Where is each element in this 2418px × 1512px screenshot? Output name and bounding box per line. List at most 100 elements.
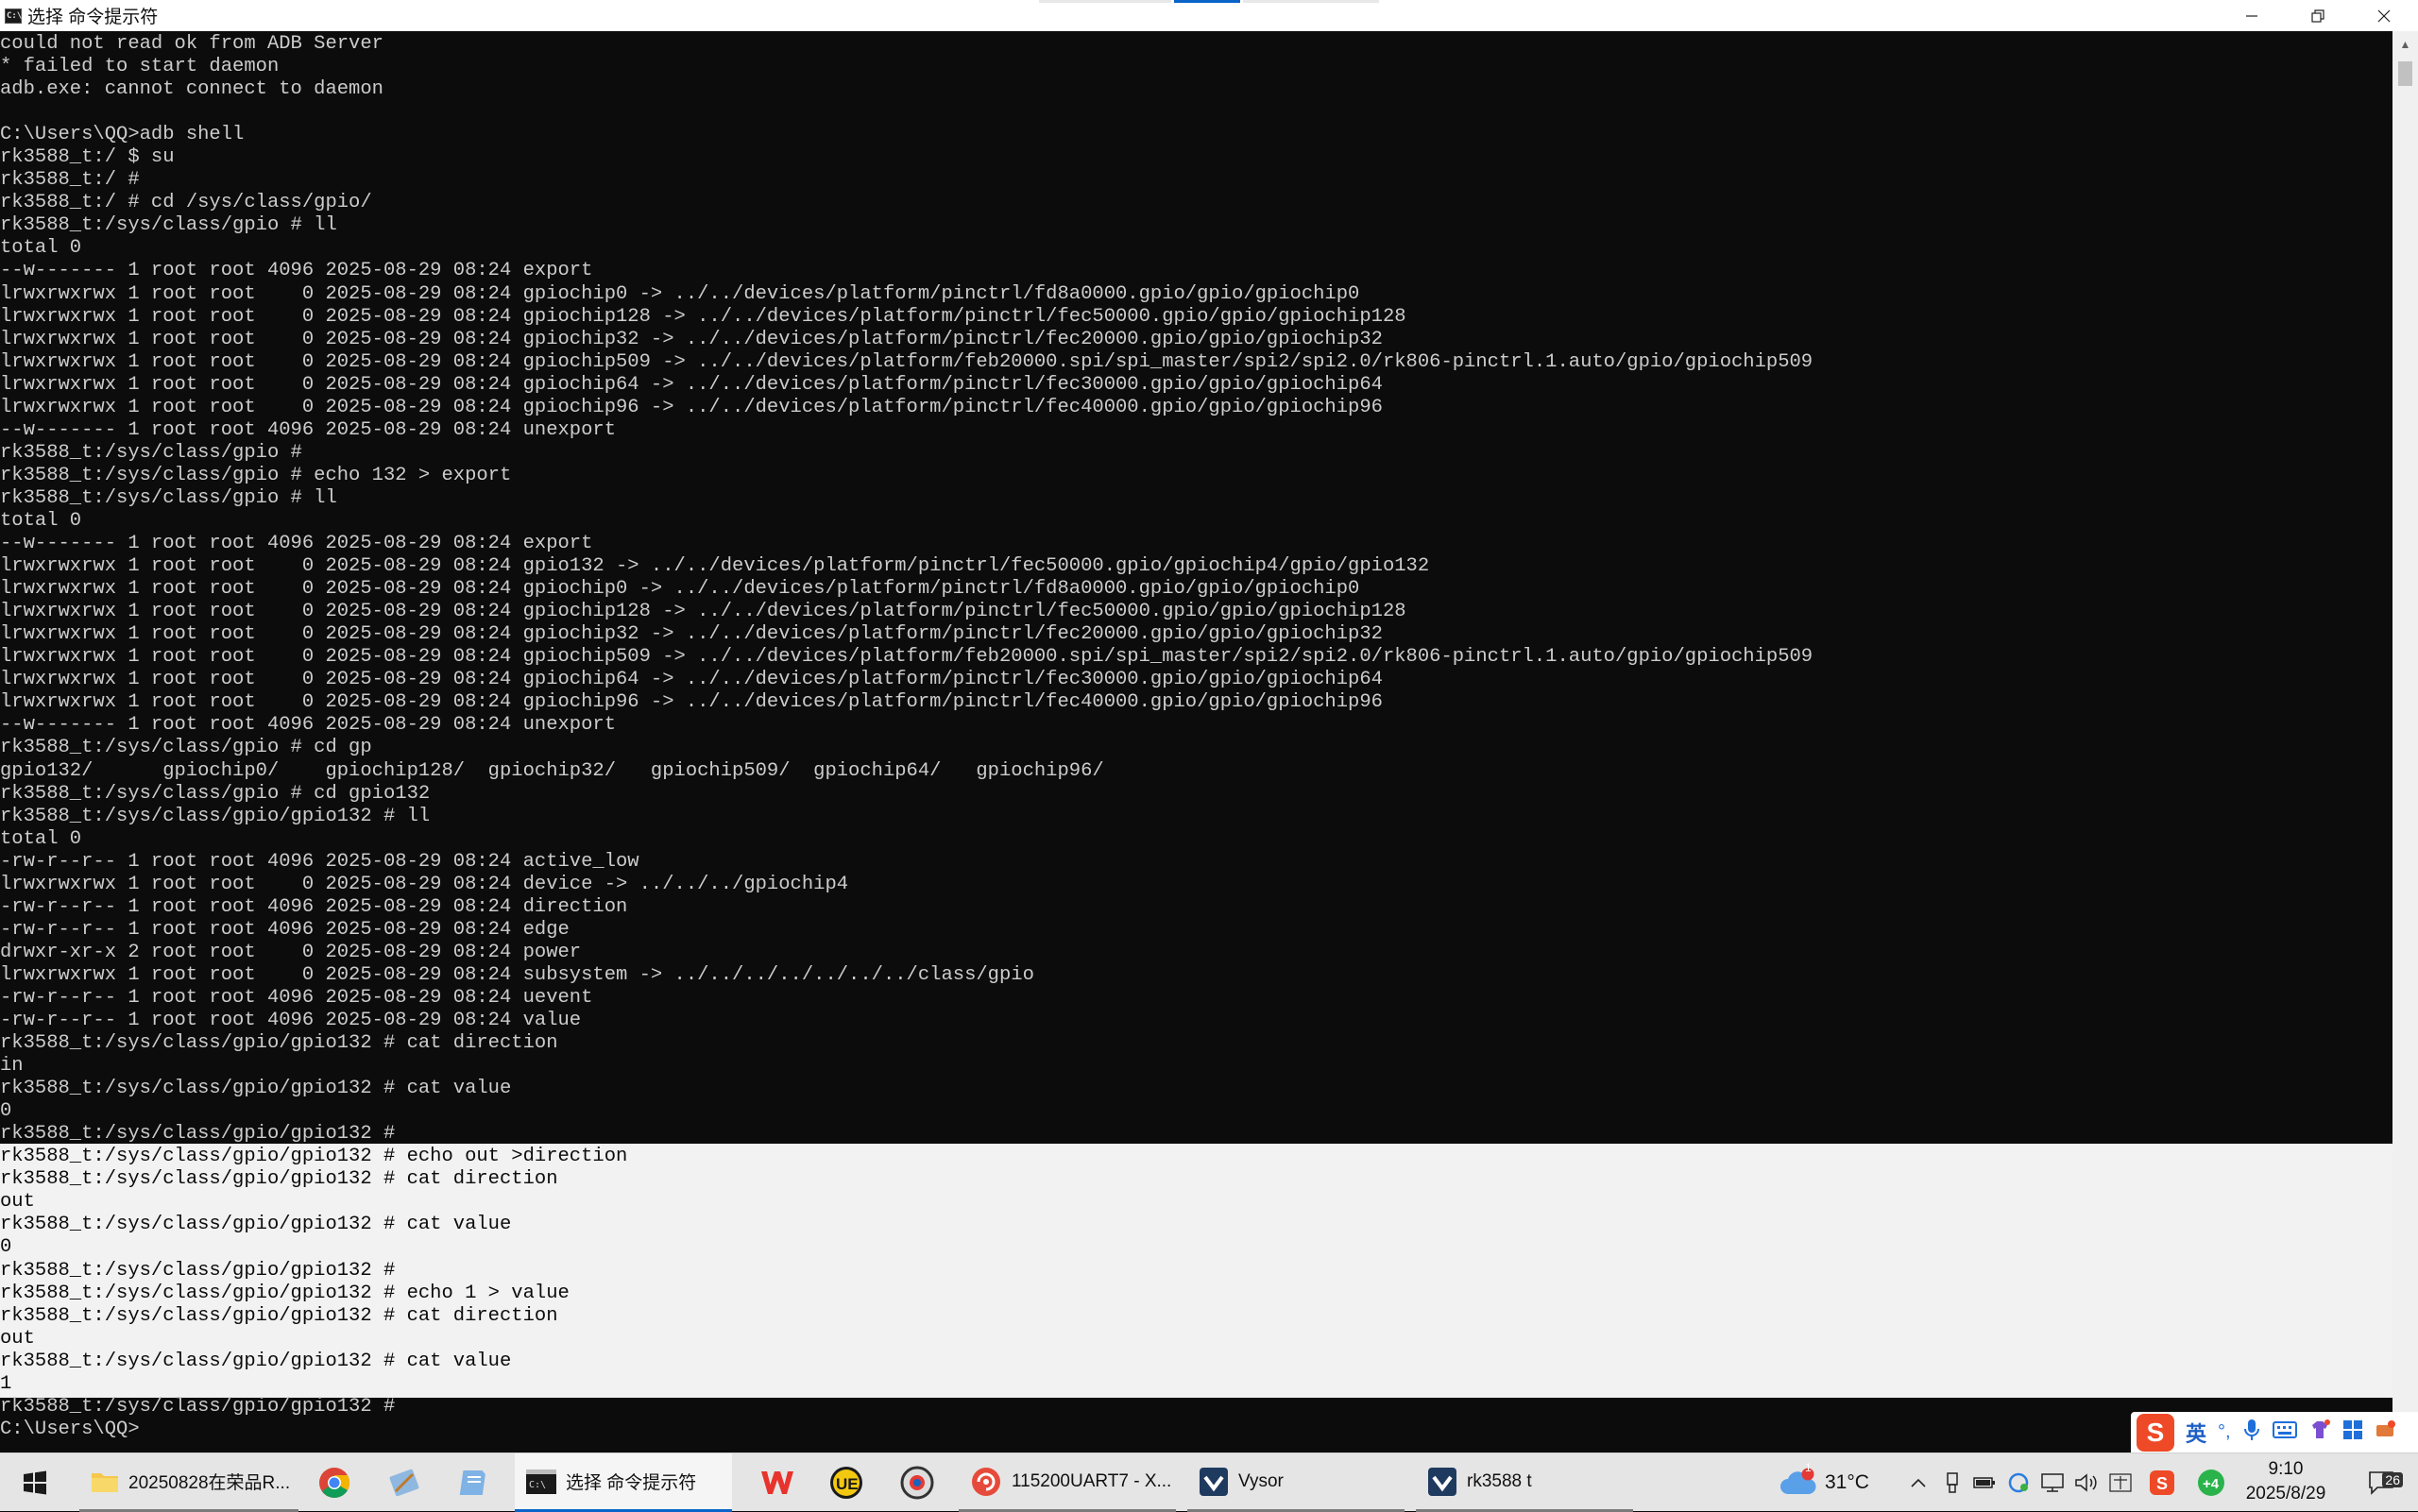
terminal-line: lrwxrwxrwx 1 root root 0 2025-08-29 08:2… xyxy=(0,350,1814,373)
taskbar-notepad[interactable] xyxy=(448,1453,501,1512)
terminal-line: rk3588_t:/sys/class/gpio # echo 132 > ex… xyxy=(0,464,512,486)
cmd-icon: C:\ xyxy=(526,1469,556,1494)
terminal-line: out xyxy=(0,1191,35,1214)
battery-icon xyxy=(1973,1477,1995,1488)
terminal-line: lrwxrwxrwx 1 root root 0 2025-08-29 08:2… xyxy=(0,396,1383,418)
tray-overflow-button[interactable] xyxy=(1904,1453,1933,1512)
sogou-ime-logo[interactable]: S xyxy=(2137,1413,2174,1452)
terminal-line: lrwxrwxrwx 1 root root 0 2025-08-29 08:2… xyxy=(0,691,1383,714)
close-button[interactable] xyxy=(2351,0,2417,31)
folder-icon xyxy=(92,1472,118,1492)
terminal-line: 1 xyxy=(0,1372,12,1395)
tray-ime-mode[interactable] xyxy=(2106,1453,2135,1512)
mic-icon[interactable] xyxy=(2242,1419,2261,1447)
tray-network[interactable] xyxy=(2038,1453,2067,1512)
cmd-app-icon: C:\ xyxy=(5,8,22,24)
tray-battery[interactable] xyxy=(1970,1453,1999,1512)
terminal-line: lrwxrwxrwx 1 root root 0 2025-08-29 08:2… xyxy=(0,669,1383,691)
tool-icon xyxy=(389,1469,419,1497)
tray-usb[interactable] xyxy=(1938,1453,1967,1512)
ime-language-toggle[interactable]: 英 xyxy=(2186,1418,2206,1448)
notepad-icon xyxy=(459,1470,485,1495)
tray-sogou[interactable]: S xyxy=(2146,1453,2178,1512)
taskbar-rk3588-label: rk3588 t xyxy=(1467,1470,1532,1491)
taskbar-cmd[interactable]: C:\ 选择 命令提示符 xyxy=(515,1453,732,1512)
skin-icon[interactable] xyxy=(2308,1419,2331,1446)
title-strip-accent xyxy=(1174,0,1240,3)
taskbar-wps[interactable] xyxy=(751,1453,804,1512)
terminal-line: --w------- 1 root root 4096 2025-08-29 0… xyxy=(0,533,593,555)
clock-time: 9:10 xyxy=(2268,1459,2304,1479)
terminal-line: --w------- 1 root root 4096 2025-08-29 0… xyxy=(0,418,617,441)
taskbar-explorer[interactable]: 20250828在荣品R... xyxy=(79,1453,298,1512)
terminal-line: lrwxrwxrwx 1 root root 0 2025-08-29 08:2… xyxy=(0,963,1034,986)
taskbar-explorer-label: 20250828在荣品R... xyxy=(128,1473,291,1493)
taskbar-vysor[interactable]: Vysor xyxy=(1187,1453,1405,1512)
scroll-up-button[interactable]: ▲ xyxy=(2392,31,2418,57)
taskbar-cmd-label: 选择 命令提示符 xyxy=(566,1473,697,1493)
vertical-scrollbar[interactable]: ▲ xyxy=(2392,31,2418,1453)
terminal-line: lrwxrwxrwx 1 root root 0 2025-08-29 08:2… xyxy=(0,373,1383,396)
terminal-line: lrwxrwxrwx 1 root root 0 2025-08-29 08:2… xyxy=(0,305,1406,328)
terminal-line: -rw-r--r-- 1 root root 4096 2025-08-29 0… xyxy=(0,918,570,941)
terminal-line: rk3588_t:/sys/class/gpio/gpio132 # echo … xyxy=(0,1282,570,1304)
terminal-line: rk3588_t:/ # xyxy=(0,169,140,192)
chrome-icon xyxy=(319,1468,350,1498)
notification-count: 26 xyxy=(2382,1472,2403,1487)
sync-icon xyxy=(2008,1472,2029,1493)
keyboard-icon[interactable] xyxy=(2272,1420,2297,1445)
terminal-line: C:\Users\QQ> xyxy=(0,1418,140,1440)
terminal-line: rk3588_t:/sys/class/gpio # cd gp xyxy=(0,737,372,759)
taskbar-ultraedit[interactable]: UE xyxy=(820,1453,873,1512)
taskbar-serial[interactable]: 115200UART7 - X... xyxy=(959,1453,1176,1512)
system-clock[interactable]: 9:10 2025/8/29 xyxy=(2229,1457,2342,1506)
terminal-line: rk3588_t:/sys/class/gpio # xyxy=(0,441,302,464)
terminal-line: rk3588_t:/sys/class/gpio/gpio132 # echo … xyxy=(0,1146,628,1168)
taskbar-chrome[interactable] xyxy=(308,1453,361,1512)
svg-text:S: S xyxy=(2156,1474,2168,1493)
terminal-line: 0 xyxy=(0,1100,12,1123)
weather-temperature: 31°C xyxy=(1825,1471,1869,1493)
terminal-line: lrwxrwxrwx 1 root root 0 2025-08-29 08:2… xyxy=(0,873,849,895)
clock-date: 2025/8/29 xyxy=(2245,1484,2326,1504)
restore-icon xyxy=(2311,8,2324,23)
terminal-line: C:\Users\QQ>adb shell xyxy=(0,124,245,146)
scroll-thumb[interactable] xyxy=(2398,61,2412,86)
tray-sync[interactable] xyxy=(2004,1453,2033,1512)
toolbox-icon[interactable] xyxy=(2342,1419,2363,1446)
more-icon[interactable] xyxy=(2375,1419,2397,1446)
taskbar-browser[interactable] xyxy=(891,1453,944,1512)
title-bar[interactable]: C:\ 选择 命令提示符 xyxy=(0,0,2418,32)
tray-volume[interactable] xyxy=(2072,1453,2101,1512)
terminal-line: drwxr-xr-x 2 root root 0 2025-08-29 08:2… xyxy=(0,941,582,963)
svg-text:UE: UE xyxy=(836,1475,859,1493)
terminal-line: -rw-r--r-- 1 root root 4096 2025-08-29 0… xyxy=(0,895,628,918)
ime-punct-toggle[interactable]: °, xyxy=(2218,1421,2231,1443)
terminal-line: rk3588_t:/sys/class/gpio/gpio132 # cat d… xyxy=(0,1304,558,1327)
terminal-line: 0 xyxy=(0,1236,12,1259)
title-strip-left xyxy=(1039,0,1171,3)
taskbar-rk3588[interactable]: rk3588 t xyxy=(1416,1453,1633,1512)
ime-toolbar[interactable]: S 英 °, xyxy=(2131,1412,2418,1453)
triangle-up-icon: ▲ xyxy=(2399,37,2411,51)
volume-icon xyxy=(2075,1473,2097,1492)
terminal-line: rk3588_t:/sys/class/gpio # ll xyxy=(0,486,337,509)
tray-weather[interactable]: 1 31°C xyxy=(1779,1453,1883,1512)
ue-icon: UE xyxy=(830,1467,862,1499)
vysor-icon xyxy=(1200,1467,1228,1496)
terminal-line: lrwxrwxrwx 1 root root 0 2025-08-29 08:2… xyxy=(0,646,1814,669)
taskbar-tool[interactable] xyxy=(378,1453,431,1512)
tray-green-app[interactable]: +4 xyxy=(2195,1453,2227,1512)
start-button[interactable] xyxy=(9,1453,60,1512)
terminal-console[interactable]: could not read ok from ADB Server * faile… xyxy=(0,31,2392,1453)
ime-mode-icon xyxy=(2109,1473,2132,1492)
terminal-line: total 0 xyxy=(0,827,82,850)
restore-button[interactable] xyxy=(2285,0,2351,31)
minimize-button[interactable] xyxy=(2219,0,2285,31)
terminal-line: lrwxrwxrwx 1 root root 0 2025-08-29 08:2… xyxy=(0,601,1406,623)
windows-icon xyxy=(24,1470,46,1495)
notification-center-button[interactable]: 26 xyxy=(2352,1453,2410,1512)
terminal-line: lrwxrwxrwx 1 root root 0 2025-08-29 08:2… xyxy=(0,328,1383,350)
terminal-line: lrwxrwxrwx 1 root root 0 2025-08-29 08:2… xyxy=(0,282,1360,305)
